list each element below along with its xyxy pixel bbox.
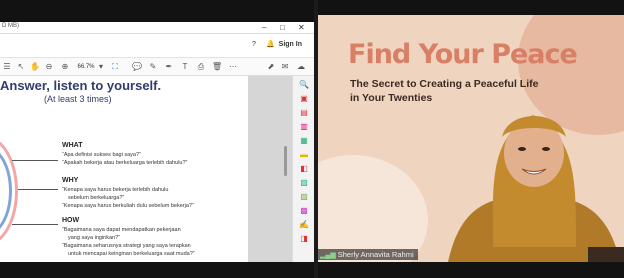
create-pdf-icon[interactable]: ▤: [299, 108, 309, 118]
save-icon[interactable]: ☰: [2, 61, 12, 73]
section-line: “Apakah bekerja atau berkeluarga terlebi…: [62, 160, 188, 166]
bell-icon[interactable]: 🔔: [266, 39, 275, 51]
stamp-icon[interactable]: ⎙: [196, 61, 206, 73]
fit-page-icon[interactable]: ⛶: [110, 61, 120, 73]
close-button[interactable]: ✕: [298, 22, 305, 33]
help-icon[interactable]: ?: [252, 39, 256, 51]
vertical-scrollbar[interactable]: [284, 146, 287, 176]
hand-icon[interactable]: ✋: [30, 61, 40, 73]
video-title: Find Your Peace: [348, 39, 578, 70]
sign-in-button[interactable]: Sign In: [279, 39, 302, 51]
export-pdf-icon[interactable]: ▣: [299, 94, 309, 104]
combine-icon[interactable]: ◧: [299, 164, 309, 174]
section-line: untuk mencapai keinginan berkeluarga saa…: [68, 251, 195, 257]
section-label-how: HOW: [62, 217, 80, 224]
fill-sign-icon[interactable]: ✍: [299, 220, 309, 230]
screen-root: D MB) – □ ✕ ? 🔔 Sign In ☰ ↖ ✋ ⊖ ⊕ 66.7% …: [0, 0, 624, 278]
zoom-out-icon[interactable]: ⊖: [44, 61, 54, 73]
video-subtitle-line2: in Your Twenties: [350, 92, 433, 104]
comment-tool-icon[interactable]: ▬: [299, 150, 309, 160]
cloud-icon[interactable]: ☁: [296, 61, 306, 73]
connector-line: [12, 224, 58, 225]
mail-icon[interactable]: ✉: [280, 61, 290, 73]
comment-icon[interactable]: 💬: [132, 61, 142, 73]
slide-heading: Answer, listen to yourself.: [0, 78, 162, 93]
slide-subheading: (At least 3 times): [44, 94, 112, 104]
chevron-down-icon[interactable]: ▾: [98, 61, 104, 73]
protect-icon[interactable]: ▩: [299, 206, 309, 216]
tools-rail: 🔍 ▣ ▤ ▥ ▦ ▬ ◧ ▧ ▨ ▩ ✍ ◨: [292, 76, 314, 262]
compress-icon[interactable]: ▨: [299, 192, 309, 202]
pointer-icon[interactable]: ↖: [16, 61, 26, 73]
more-icon[interactable]: ⋯: [228, 61, 238, 73]
trash-icon[interactable]: 🗑: [212, 61, 222, 73]
zoom-level[interactable]: 66.7%: [76, 61, 96, 73]
signal-icon: ▂▄▆: [320, 252, 336, 259]
pdf-menu-bar: ? 🔔 Sign In: [0, 34, 314, 58]
speaker-figure: [448, 115, 624, 262]
section-label-what: WHAT: [62, 142, 83, 149]
window-title: D MB): [2, 23, 19, 29]
pen-icon[interactable]: ✎: [148, 61, 158, 73]
connector-line: [18, 189, 58, 190]
section-line: yang saya inginkan?”: [68, 235, 120, 241]
pdf-viewer-window: D MB) – □ ✕ ? 🔔 Sign In ☰ ↖ ✋ ⊖ ⊕ 66.7% …: [0, 22, 314, 262]
zoom-in-icon[interactable]: ⊕: [60, 61, 70, 73]
share-icon[interactable]: ⬈: [266, 61, 276, 73]
search-icon[interactable]: 🔍: [299, 80, 309, 90]
highlight-icon[interactable]: ✒: [164, 61, 174, 73]
section-line: “Bagaimana seharusnya strategi yang saya…: [62, 243, 191, 249]
decor-blob: [318, 155, 428, 262]
section-line: “Kenapa saya harus berkuliah dulu sebelu…: [62, 203, 194, 209]
section-line: “Apa definisi sukses bagi saya?”: [62, 152, 141, 158]
pdf-canvas-background: [248, 76, 292, 262]
text-icon[interactable]: T: [180, 61, 190, 73]
more-tools-icon[interactable]: ◨: [299, 234, 309, 244]
pdf-page: Answer, listen to yourself. (At least 3 …: [0, 76, 248, 262]
participant-name: Sherly Annavita Rahmi: [337, 250, 414, 259]
speaker-video-tile: Find Your Peace The Secret to Creating a…: [318, 15, 624, 262]
minimize-button[interactable]: –: [262, 22, 266, 33]
connector-line: [12, 160, 58, 161]
pdf-title-bar: D MB) – □ ✕: [0, 22, 314, 34]
edit-pdf-icon[interactable]: ▥: [299, 122, 309, 132]
section-label-why: WHY: [62, 177, 79, 184]
pdf-toolbar: ☰ ↖ ✋ ⊖ ⊕ 66.7% ▾ ⛶ 💬 ✎ ✒ T ⎙ 🗑 ⋯ ⬈ ✉ ☁: [0, 58, 314, 76]
section-line: “Kenapa saya harus bekerja terlebih dahu…: [62, 187, 169, 193]
participant-name-tag: ▂▄▆ Sherly Annavita Rahmi: [318, 249, 418, 260]
maximize-button[interactable]: □: [280, 22, 285, 33]
scan-icon[interactable]: ▧: [299, 178, 309, 188]
organize-icon[interactable]: ▦: [299, 136, 309, 146]
video-subtitle-line1: The Secret to Creating a Peaceful Life: [350, 78, 539, 90]
section-line: sebelum berkeluarga?”: [68, 195, 125, 201]
section-line: “Bagaimana saya dapat mendapatkan pekerj…: [62, 227, 181, 233]
